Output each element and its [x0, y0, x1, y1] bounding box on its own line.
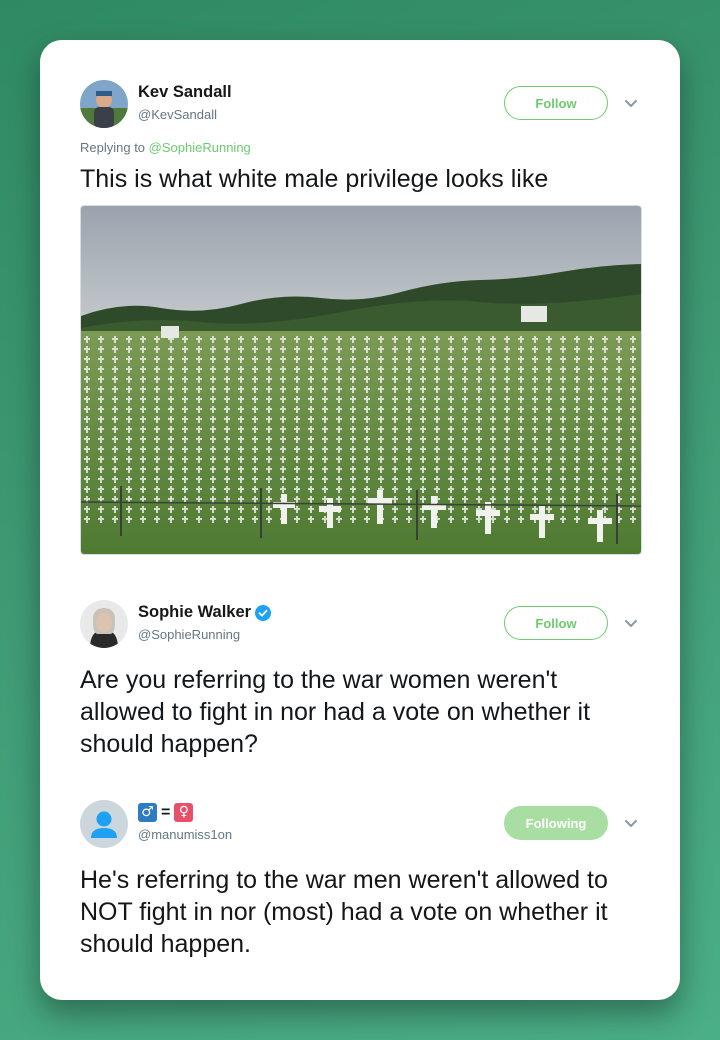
chevron-down-icon[interactable]: [620, 92, 642, 114]
verified-badge-icon: [255, 604, 272, 621]
male-sign-icon: ♂: [138, 803, 157, 822]
replying-to-line: Replying to @SophieRunning: [80, 140, 642, 155]
tweet-photo-cemetery[interactable]: [80, 205, 642, 555]
tweet-header: Sophie Walker @SophieRunning Follow: [80, 600, 642, 656]
following-button[interactable]: Following: [504, 806, 608, 840]
default-avatar-icon[interactable]: [80, 800, 128, 848]
display-name[interactable]: Kev Sandall: [138, 83, 232, 102]
tweet-thread-card: Kev Sandall @KevSandall Follow Replying …: [40, 40, 680, 1000]
display-name-text[interactable]: Sophie Walker: [138, 603, 251, 622]
tweet-text: Are you referring to the war women weren…: [80, 666, 591, 758]
follow-button[interactable]: Follow: [504, 606, 608, 640]
tweet-manumiss1on: ♂ = ♀ @manumiss1on Following He's referr…: [80, 800, 642, 960]
display-name[interactable]: Sophie Walker: [138, 603, 272, 622]
tweet-header: Kev Sandall @KevSandall Follow: [80, 80, 642, 136]
replying-to-prefix: Replying to: [80, 140, 146, 155]
user-handle[interactable]: @SophieRunning: [138, 627, 240, 642]
chevron-down-icon[interactable]: [620, 812, 642, 834]
tweet-sophie-walker: Sophie Walker @SophieRunning Follow Are …: [80, 600, 642, 760]
display-name[interactable]: ♂ = ♀: [138, 803, 194, 822]
chevron-down-icon[interactable]: [620, 612, 642, 634]
tweet-header: ♂ = ♀ @manumiss1on Following: [80, 800, 642, 856]
user-handle[interactable]: @manumiss1on: [138, 827, 232, 842]
tweet-text: He's referring to the war men weren't al…: [80, 866, 608, 958]
avatar-kev-sandall[interactable]: [80, 80, 128, 128]
avatar-sophie-walker[interactable]: [80, 600, 128, 648]
user-handle[interactable]: @KevSandall: [138, 107, 217, 122]
tweet-text: This is what white male privilege looks …: [80, 165, 549, 193]
tweet-kev-sandall: Kev Sandall @KevSandall Follow Replying …: [80, 80, 642, 555]
follow-button[interactable]: Follow: [504, 86, 608, 120]
female-sign-icon: ♀: [174, 803, 194, 822]
replying-to-mention[interactable]: @SophieRunning: [149, 140, 251, 155]
equals-sign: =: [161, 803, 171, 821]
